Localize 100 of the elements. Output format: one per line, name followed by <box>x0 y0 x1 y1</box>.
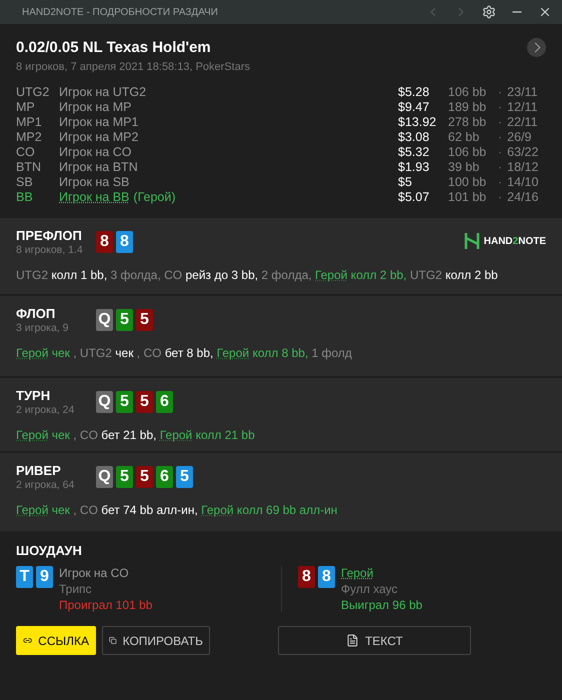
link-button[interactable]: ССЫЛКА <box>16 626 96 655</box>
hero-link[interactable]: Герой <box>201 503 234 517</box>
playing-card: 9 <box>36 566 53 588</box>
player-stats: · 22/11 <box>498 115 539 129</box>
separator-dot: · <box>498 190 502 204</box>
hero-link[interactable]: Герой <box>216 346 250 360</box>
player-stack: $5.32 <box>398 145 430 159</box>
player-position: SB <box>16 175 34 189</box>
player-name[interactable]: Герой <box>341 566 422 580</box>
street-name: ПРЕФЛОП <box>16 228 83 243</box>
player-stats: · 24/16 <box>498 190 540 204</box>
playing-card: 8 <box>96 231 113 253</box>
player-name: Игрок на MP2 <box>59 130 138 144</box>
text-button[interactable]: ТЕКСТ <box>278 626 471 655</box>
hero-link[interactable]: Герой <box>16 346 48 360</box>
playing-card: 5 <box>136 391 153 413</box>
separator-dot: · <box>498 130 502 144</box>
player-stack-bb: 101 bb <box>448 190 488 204</box>
playing-card: 8 <box>298 566 315 588</box>
player-position: CO <box>16 145 36 159</box>
playing-card: 6 <box>156 466 173 488</box>
player-stats: · 12/11 <box>498 100 539 114</box>
player-stats: · 26/9 <box>498 130 533 144</box>
hand-result: Проиграл 101 bb <box>59 598 152 612</box>
playing-card: Q <box>96 309 113 331</box>
street-name: ТУРН <box>16 388 52 403</box>
hero-link[interactable]: Герой <box>16 428 48 442</box>
player-stack-bb: 62 bb <box>448 130 480 144</box>
playing-card: 5 <box>176 466 193 488</box>
playing-card: 5 <box>136 466 153 488</box>
separator-dot: · <box>498 115 502 129</box>
window-title: HAND2NOTE - ПОДРОБНОСТИ РАЗДАЧИ <box>22 6 219 18</box>
playing-card: 5 <box>116 466 133 488</box>
hero-tag: (Герой) <box>133 190 176 204</box>
hero-link[interactable]: Герой <box>315 268 348 282</box>
player-name: Игрок на BTN <box>59 160 138 174</box>
separator-dot: · <box>498 160 502 174</box>
player-position: MP1 <box>16 115 43 129</box>
player-name: Игрок на MP <box>59 100 132 114</box>
playing-card: 6 <box>156 391 173 413</box>
player-name: Игрок на UTG2 <box>59 85 146 99</box>
player-name: Игрок на CO <box>59 145 132 159</box>
player-stack-bb: 106 bb <box>448 85 488 99</box>
player-stack-bb: 278 bb <box>448 115 488 129</box>
player-stack: $1.93 <box>398 160 430 174</box>
player-name: Игрок на CO <box>59 566 130 580</box>
player-position: BB <box>16 190 34 204</box>
hero-link[interactable]: Герой <box>160 428 192 442</box>
playing-card: T <box>16 566 33 588</box>
street-info: 2 игрока, 64 <box>16 479 76 491</box>
hand-combination: Фулл хаус <box>341 582 398 596</box>
showdown-title: ШОУДАУН <box>16 543 83 558</box>
player-name[interactable]: Игрок на BB <box>59 190 130 204</box>
player-stack: $3.08 <box>398 130 430 144</box>
action-line: Герой чек , CO бет 74 bb алл-ин, Герой колл 69 bb алл-ин <box>16 503 338 517</box>
playing-card: Q <box>96 466 113 488</box>
hand-subtitle: 8 игроков, 7 апреля 2021 18:58:13, PokerStars <box>16 61 251 73</box>
player-position: BTN <box>16 160 42 174</box>
player-stack-bb: 39 bb <box>448 160 480 174</box>
playing-card: Q <box>96 391 113 413</box>
player-position: UTG2 <box>16 85 50 99</box>
player-stack-bb: 189 bb <box>448 100 488 114</box>
player-name: Игрок на MP1 <box>59 115 138 129</box>
playing-card: 5 <box>116 309 133 331</box>
copy-button[interactable]: КОПИРОВАТЬ <box>102 626 210 655</box>
hero-link[interactable]: Герой <box>16 503 48 517</box>
action-line: UTG2 колл 1 bb, 3 фолда, CO рейз до 3 bb, 2 фолда, Герой колл 2 bb, UTG2 колл 2 bb <box>16 268 499 282</box>
player-name: Игрок на SB <box>59 175 130 189</box>
player-stats: · 18/12 <box>498 160 540 174</box>
playing-card: 8 <box>318 566 335 588</box>
separator-dot: · <box>498 175 502 189</box>
player-stack-bb: 100 bb <box>448 175 488 189</box>
logo-text: HAND2NOTE <box>484 236 546 246</box>
hand-combination: Трипс <box>59 582 93 596</box>
street-name: РИВЕР <box>16 463 62 478</box>
player-stats: · 63/22 <box>498 145 540 159</box>
separator-dot: · <box>498 145 502 159</box>
street-name: ФЛОП <box>16 306 56 321</box>
player-stats: · 14/10 <box>498 175 540 189</box>
player-position: MP2 <box>16 130 43 144</box>
separator-dot: · <box>498 100 502 114</box>
player-position: MP <box>16 100 36 114</box>
playing-card: 8 <box>116 231 133 253</box>
hand-title: 0.02/0.05 NL Texas Hold'em <box>16 39 211 56</box>
player-stack: $5.28 <box>398 85 430 99</box>
street-info: 8 игроков, 1.4 <box>16 244 84 256</box>
hand-result: Выиграл 96 bb <box>341 598 422 612</box>
separator-dot: · <box>498 85 502 99</box>
player-stack: $5 <box>398 175 413 189</box>
playing-card: 5 <box>116 391 133 413</box>
action-line: Герой чек , CO бет 21 bb, Герой колл 21 bb <box>16 428 256 442</box>
street-info: 3 игрока, 9 <box>16 322 70 334</box>
player-stack: $9.47 <box>398 100 430 114</box>
playing-card: 5 <box>136 309 153 331</box>
street-info: 2 игрока, 24 <box>16 404 76 416</box>
player-stack: $13.92 <box>398 115 438 129</box>
player-stats: · 23/11 <box>498 85 539 99</box>
player-stack: $5.07 <box>398 190 430 204</box>
player-stack-bb: 106 bb <box>448 145 488 159</box>
action-line: Герой чек , UTG2 чек , CO бет 8 bb, Герой колл 8 bb, 1 фолд <box>16 346 353 360</box>
